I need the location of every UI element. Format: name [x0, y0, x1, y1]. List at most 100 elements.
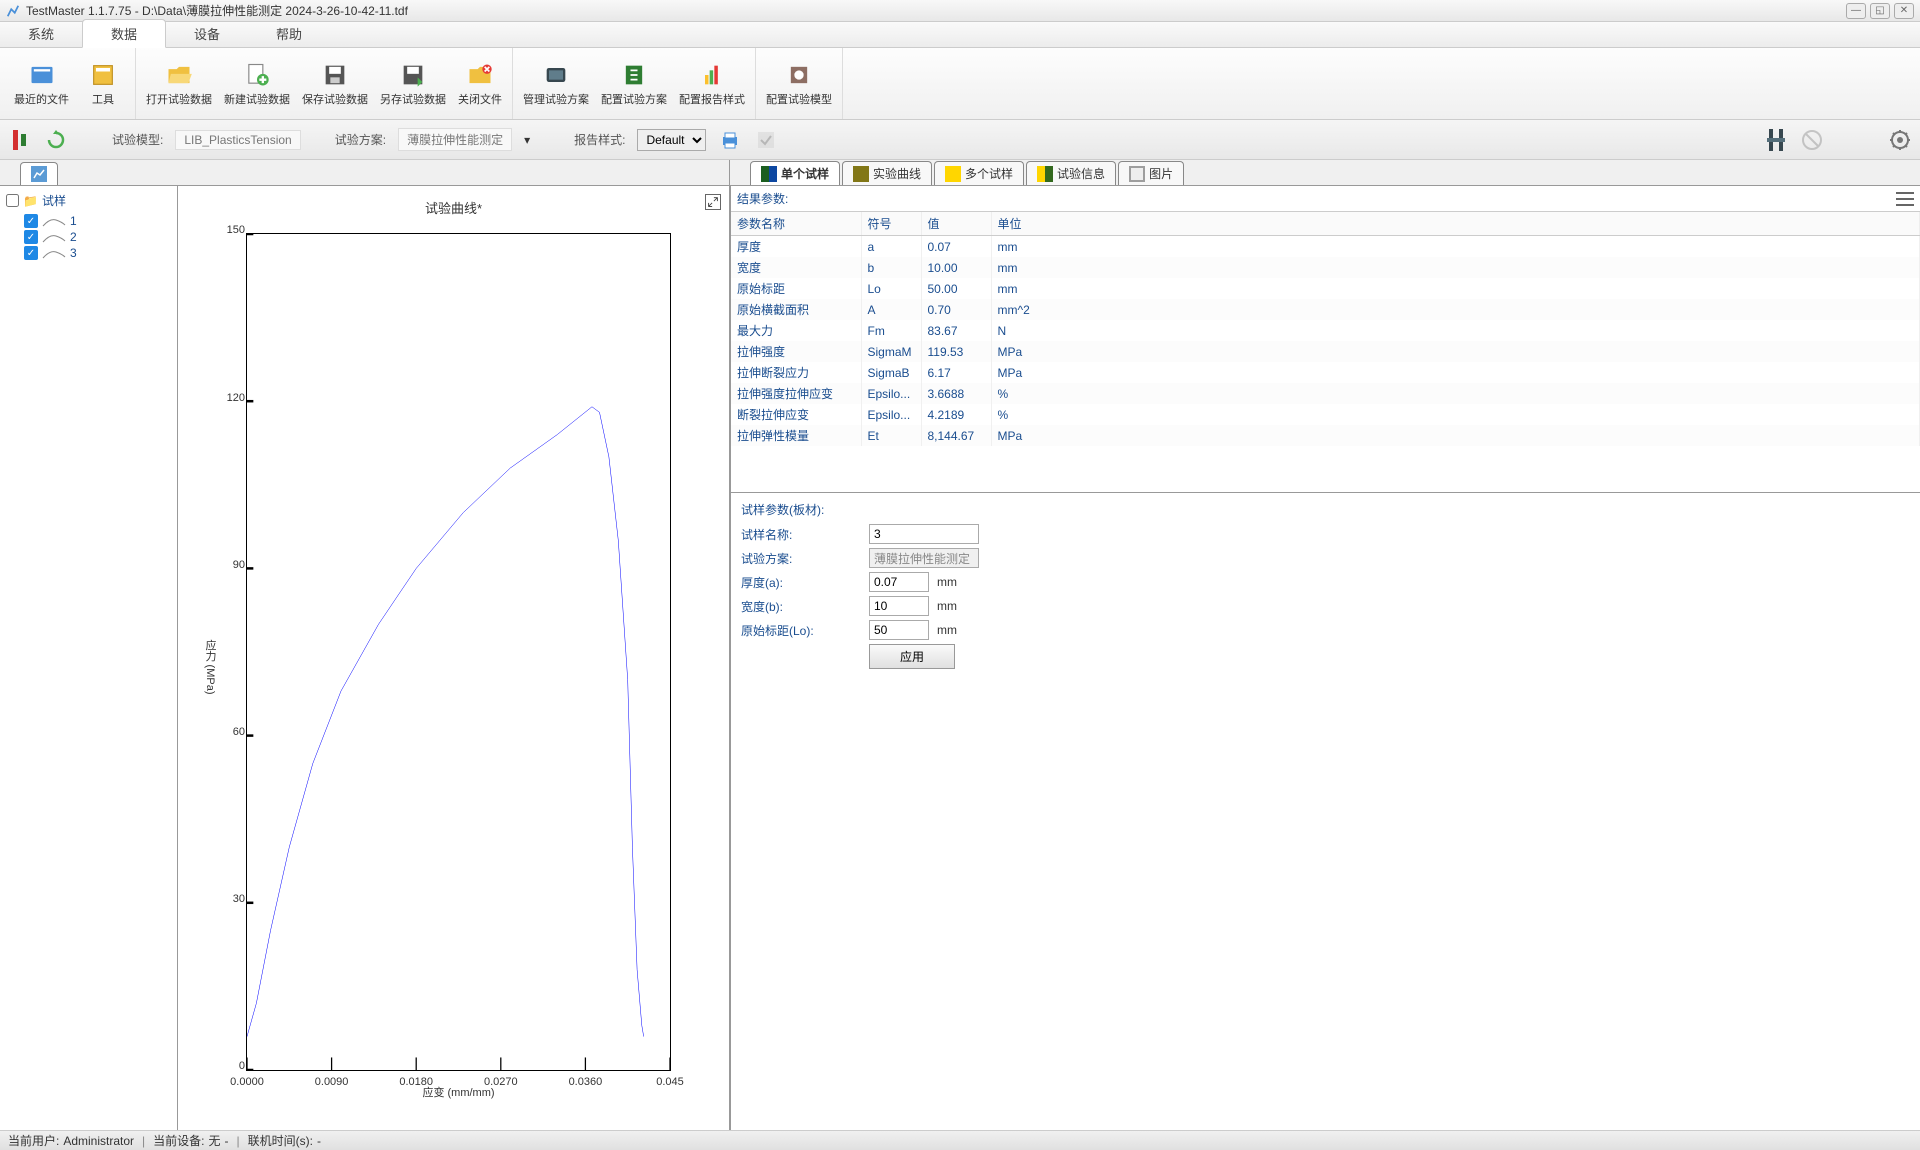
thickness-input[interactable] — [869, 572, 929, 592]
tools-icon — [89, 61, 117, 89]
info-icon — [1037, 166, 1053, 182]
table-row[interactable]: 原始标距Lo50.00mm — [731, 278, 1920, 299]
folder-open-icon — [165, 61, 193, 89]
check-icon[interactable] — [754, 128, 778, 152]
checked-icon[interactable]: ✓ — [24, 230, 38, 244]
save-as-test-data-button[interactable]: 另存试验数据 — [374, 52, 452, 116]
hamburger-icon[interactable] — [1896, 192, 1914, 206]
close-button[interactable]: ✕ — [1894, 3, 1914, 19]
image-icon — [1129, 166, 1145, 182]
plan-value[interactable]: 薄膜拉伸性能测定 — [398, 128, 512, 151]
config-plan-button[interactable]: 配置试验方案 — [595, 52, 673, 116]
specimen-plan-input — [869, 548, 979, 568]
menu-tab-help[interactable]: 帮助 — [248, 20, 330, 47]
title-bar: TestMaster 1.1.7.75 - D:\Data\薄膜拉伸性能测定 2… — [0, 0, 1920, 22]
chart-panel: 试验曲线* 0 30 60 90 120 150 0.0000 0.0090 — [178, 186, 729, 1130]
config-model-button[interactable]: 配置试验模型 — [760, 52, 838, 116]
table-row[interactable]: 拉伸断裂应力SigmaB6.17MPa — [731, 362, 1920, 383]
popout-icon[interactable] — [705, 194, 721, 210]
col-value: 值 — [921, 212, 991, 236]
tab-test-curve[interactable]: 实验曲线 — [842, 161, 932, 185]
chart-tab-icon — [31, 166, 47, 182]
checked-icon[interactable]: ✓ — [24, 246, 38, 260]
close-file-button[interactable]: 关闭文件 — [452, 52, 508, 116]
tree-root-checkbox[interactable] — [6, 194, 19, 207]
table-row[interactable]: 原始横截面积A0.70mm^2 — [731, 299, 1920, 320]
tree-item-2[interactable]: ✓ 2 — [6, 229, 171, 245]
tree-root[interactable]: 📁 试样 — [6, 192, 171, 209]
plot-area: 0 30 60 90 120 150 0.0000 0.0090 0.0180 … — [246, 233, 711, 1101]
status-user-value: Administrator — [63, 1134, 134, 1148]
plan-label: 试验方案: — [335, 131, 386, 148]
specimen-params-panel: 试样参数(板材): 试样名称: 试验方案: 厚度(a): mm 宽度(b): — [731, 492, 1920, 677]
tab-test-info[interactable]: 试验信息 — [1026, 161, 1116, 185]
apply-button[interactable]: 应用 — [869, 644, 955, 669]
multi-icon — [945, 166, 961, 182]
width-input[interactable] — [869, 596, 929, 616]
report-label: 报告样式: — [574, 131, 625, 148]
report-select[interactable]: Default — [637, 129, 706, 151]
left-tab-chart[interactable] — [20, 162, 58, 185]
table-row[interactable]: 拉伸弹性模量Et8,144.67MPa — [731, 425, 1920, 446]
status-offline-value: - — [317, 1134, 321, 1148]
xtick: 0.0090 — [315, 1076, 349, 1088]
refresh-icon[interactable] — [44, 128, 68, 152]
config-plan-icon — [620, 61, 648, 89]
gauge-label: 原始标距(Lo): — [741, 622, 861, 639]
tree-item-3[interactable]: ✓ 3 — [6, 245, 171, 261]
menu-tab-data[interactable]: 数据 — [82, 19, 166, 48]
xtick: 0.0360 — [569, 1076, 603, 1088]
tree-item-1[interactable]: ✓ 1 — [6, 213, 171, 229]
curve-thumb-icon — [42, 216, 66, 226]
chart-svg — [247, 234, 670, 1070]
folder-icon: 📁 — [23, 194, 38, 208]
device-icon[interactable] — [1764, 128, 1788, 152]
ytick: 30 — [233, 893, 245, 905]
params-header: 试样参数(板材): — [741, 501, 1910, 518]
results-table: 参数名称 符号 值 单位 厚度a0.07mm宽度b10.00mm原始标距Lo50… — [731, 212, 1920, 492]
specimen-name-label: 试样名称: — [741, 526, 861, 543]
right-tab-strip: 单个试样 实验曲线 多个试样 试验信息 图片 — [730, 160, 1920, 186]
manage-plan-button[interactable]: 管理试验方案 — [517, 52, 595, 116]
plan-dropdown-icon[interactable]: ▾ — [524, 133, 530, 147]
status-device-value: 无 — [209, 1132, 221, 1149]
table-row[interactable]: 最大力Fm83.67N — [731, 320, 1920, 341]
disable-icon[interactable] — [1800, 128, 1824, 152]
table-row[interactable]: 厚度a0.07mm — [731, 236, 1920, 258]
print-icon[interactable] — [718, 128, 742, 152]
curve-thumb-icon — [42, 232, 66, 242]
specimen-name-input[interactable] — [869, 524, 979, 544]
tab-single-specimen[interactable]: 单个试样 — [750, 161, 840, 185]
specimen-tree: 📁 试样 ✓ 1 ✓ 2 ✓ 3 — [0, 186, 178, 1130]
recent-icon — [28, 61, 56, 89]
new-test-data-button[interactable]: 新建试验数据 — [218, 52, 296, 116]
tab-multi-specimen[interactable]: 多个试样 — [934, 161, 1024, 185]
gauge-input[interactable] — [869, 620, 929, 640]
save-test-data-button[interactable]: 保存试验数据 — [296, 52, 374, 116]
ytick: 90 — [233, 559, 245, 571]
menu-bar: 系统 数据 设备 帮助 — [0, 22, 1920, 48]
recent-files-button[interactable]: 最近的文件 — [8, 52, 75, 116]
tools-button[interactable]: 工具 — [75, 52, 131, 116]
checked-icon[interactable]: ✓ — [24, 214, 38, 228]
x-axis-label: 应变 (mm/mm) — [422, 1084, 494, 1100]
table-row[interactable]: 断裂拉伸应变Epsilo...4.2189% — [731, 404, 1920, 425]
red-marker-icon[interactable] — [8, 128, 32, 152]
open-test-data-button[interactable]: 打开试验数据 — [140, 52, 218, 116]
config-report-button[interactable]: 配置报告样式 — [673, 52, 751, 116]
maximize-button[interactable]: ◱ — [1870, 3, 1890, 19]
xtick: 0.045 — [656, 1076, 684, 1088]
unit-mm: mm — [937, 599, 967, 613]
gear-icon[interactable] — [1888, 128, 1912, 152]
table-row[interactable]: 拉伸强度拉伸应变Epsilo...3.6688% — [731, 383, 1920, 404]
status-user-label: 当前用户: — [8, 1132, 59, 1149]
status-bar: 当前用户: Administrator | 当前设备: 无 - | 联机时间(s… — [0, 1130, 1920, 1150]
menu-tab-device[interactable]: 设备 — [166, 20, 248, 47]
tab-image[interactable]: 图片 — [1118, 161, 1184, 185]
specimen-plan-label: 试验方案: — [741, 550, 861, 567]
menu-tab-system[interactable]: 系统 — [0, 20, 82, 47]
table-row[interactable]: 宽度b10.00mm — [731, 257, 1920, 278]
minimize-button[interactable]: — — [1846, 3, 1866, 19]
table-row[interactable]: 拉伸强度SigmaM119.53MPa — [731, 341, 1920, 362]
thickness-label: 厚度(a): — [741, 574, 861, 591]
